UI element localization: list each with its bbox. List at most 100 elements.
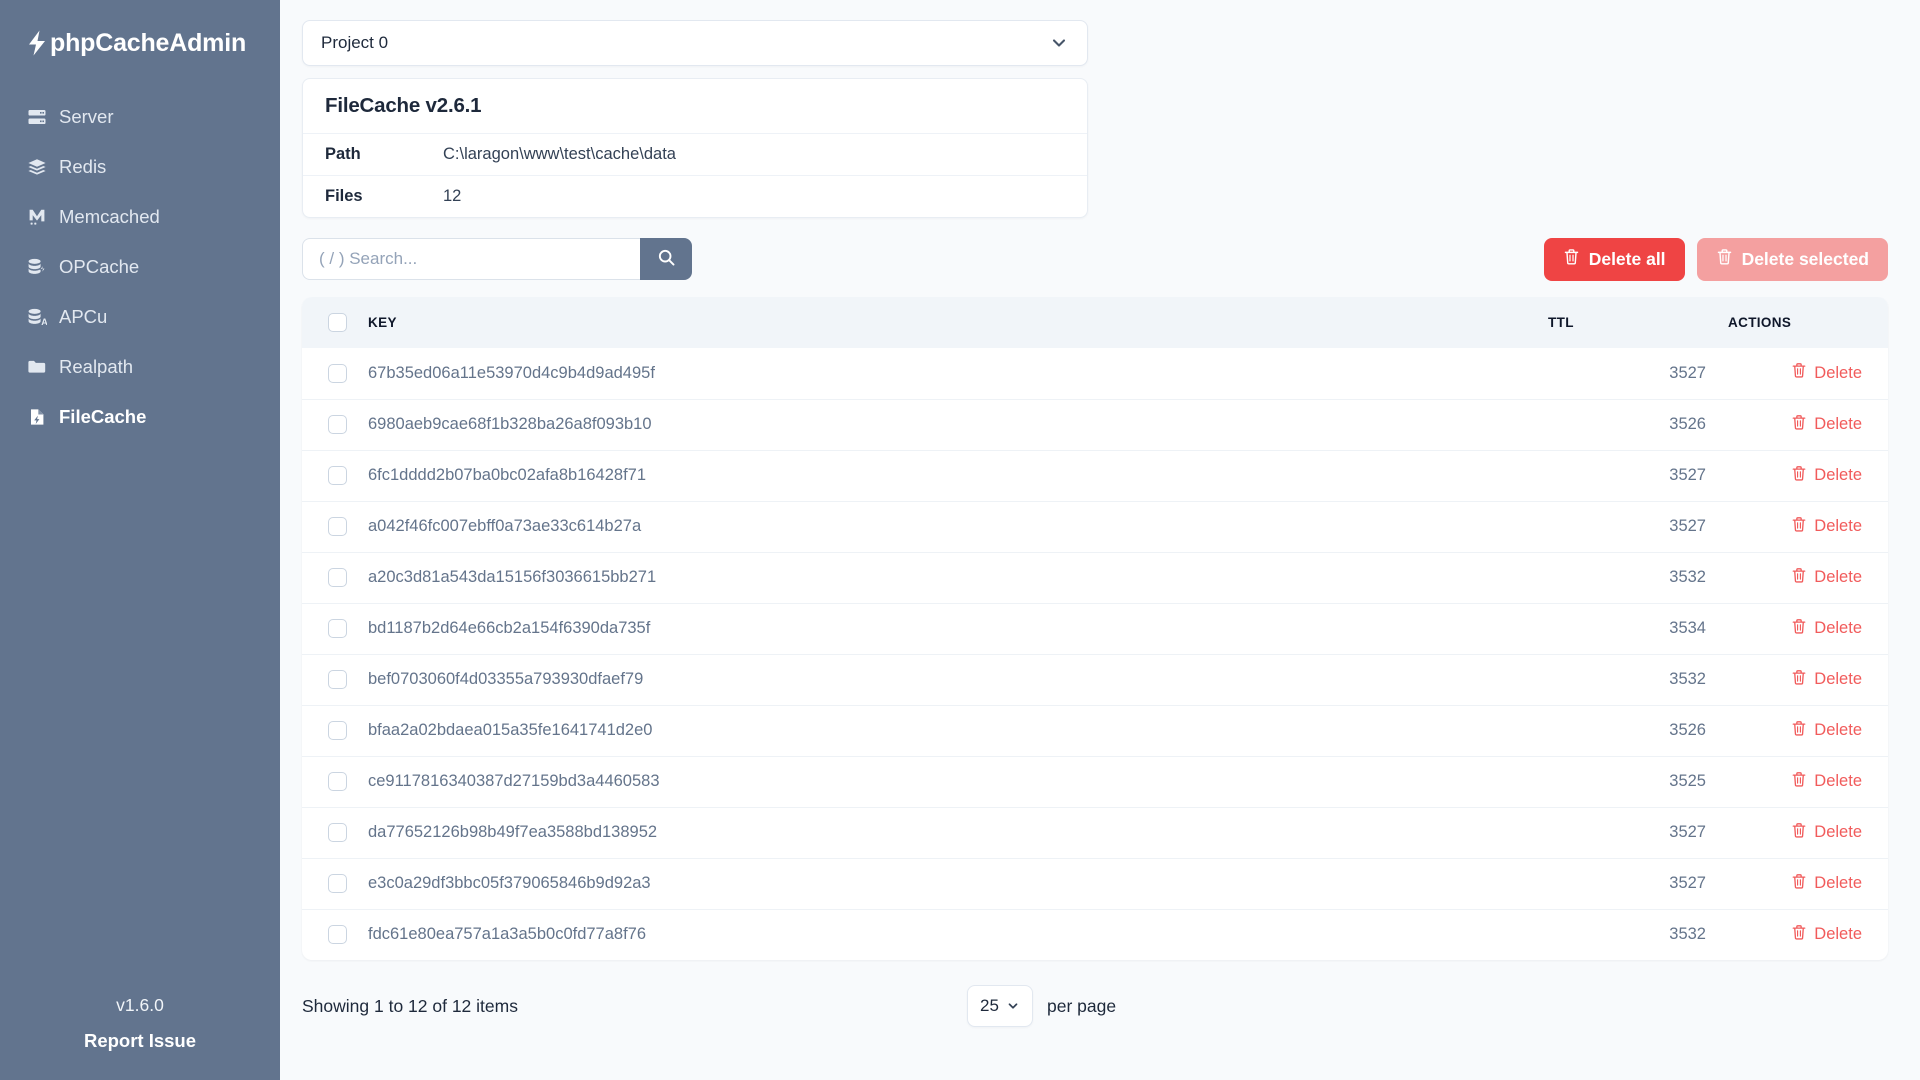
- row-key-cell: bd1187b2d64e66cb2a154f6390da735f: [368, 602, 1548, 654]
- row-delete-button[interactable]: Delete: [1791, 771, 1862, 793]
- row-delete-label: Delete: [1814, 670, 1862, 688]
- row-delete-label: Delete: [1814, 772, 1862, 790]
- row-checkbox[interactable]: [328, 721, 347, 741]
- row-checkbox[interactable]: [328, 823, 347, 843]
- layers-icon: [26, 156, 48, 178]
- trash-icon: [1791, 362, 1807, 384]
- row-delete-label: Delete: [1814, 415, 1862, 433]
- row-key-cell: fdc61e80ea757a1a3a5b0c0fd77a8f76: [368, 908, 1548, 960]
- trash-icon: [1791, 669, 1807, 691]
- sidebar-item-filecache[interactable]: FileCache: [0, 392, 280, 442]
- delete-selected-button[interactable]: Delete selected: [1696, 238, 1888, 281]
- top-panels: Project 0 FileCache v2.6.1 Path C:\larag…: [302, 20, 1088, 218]
- filecache-info-card: FileCache v2.6.1 Path C:\laragon\www\tes…: [302, 78, 1088, 218]
- row-ttl-cell: 3532: [1548, 908, 1728, 960]
- row-delete-button[interactable]: Delete: [1791, 720, 1862, 742]
- row-delete-label: Delete: [1814, 363, 1862, 382]
- table-row: ce9117816340387d27159bd3a4460583 3525 Dele…: [302, 755, 1888, 807]
- row-delete-button[interactable]: Delete: [1791, 414, 1862, 436]
- row-delete-button[interactable]: Delete: [1791, 873, 1862, 895]
- table-row: 67b35ed06a11e53970d4c9b4d9ad495f 3527 Dele…: [302, 348, 1888, 399]
- delete-selected-label: Delete selected: [1741, 249, 1869, 269]
- info-card-title: FileCache v2.6.1: [325, 94, 482, 117]
- row-checkbox[interactable]: [328, 670, 347, 690]
- row-ttl-cell: 3532: [1548, 653, 1728, 705]
- row-checkbox[interactable]: [328, 466, 347, 486]
- table-header-select-all: [302, 297, 368, 348]
- row-select-cell: [302, 908, 368, 960]
- file-bolt-icon: [26, 406, 48, 428]
- row-ttl-cell: 3526: [1548, 398, 1728, 450]
- row-checkbox[interactable]: [328, 874, 347, 894]
- select-all-checkbox[interactable]: [328, 313, 347, 332]
- table-header-ttl: TTL: [1548, 297, 1728, 348]
- row-checkbox[interactable]: [328, 568, 347, 588]
- sidebar-item-server[interactable]: Server: [0, 92, 280, 142]
- brand[interactable]: phpCacheAdmin: [0, 22, 280, 64]
- row-key-cell: 6fc1dddd2b07ba0bc02afa8b16428f71: [368, 449, 1548, 501]
- row-ttl-cell: 3534: [1548, 602, 1728, 654]
- row-checkbox[interactable]: [328, 772, 347, 792]
- chevron-down-icon: [1006, 999, 1020, 1013]
- sidebar-item-opcache[interactable]: OPCache: [0, 242, 280, 292]
- row-actions-cell: Delete: [1728, 449, 1888, 501]
- trash-icon: [1791, 822, 1807, 844]
- row-actions-cell: Delete: [1728, 908, 1888, 960]
- table-head: KEY TTL ACTIONS: [302, 297, 1888, 348]
- row-select-cell: [302, 500, 368, 552]
- server-icon: [26, 106, 48, 128]
- app-version: v1.6.0: [116, 995, 164, 1015]
- row-key-cell: a20c3d81a543da15156f3036615bb271: [368, 551, 1548, 603]
- info-row-files: Files 12: [303, 175, 1087, 217]
- folder-icon: [26, 356, 48, 378]
- row-select-cell: [302, 602, 368, 654]
- per-page-select[interactable]: 25: [967, 985, 1033, 1027]
- search-button[interactable]: [640, 238, 692, 280]
- trash-icon: [1791, 771, 1807, 793]
- row-delete-button[interactable]: Delete: [1791, 362, 1862, 384]
- row-delete-button[interactable]: Delete: [1791, 924, 1862, 946]
- row-delete-button[interactable]: Delete: [1791, 669, 1862, 691]
- row-checkbox[interactable]: [328, 415, 347, 435]
- row-delete-button[interactable]: Delete: [1791, 822, 1862, 844]
- chevron-down-icon: [1049, 33, 1069, 53]
- row-key-cell: ce9117816340387d27159bd3a4460583: [368, 755, 1548, 807]
- row-delete-label: Delete: [1814, 466, 1862, 484]
- trash-icon: [1791, 618, 1807, 640]
- table-row: 6fc1dddd2b07ba0bc02afa8b16428f71 3527 Dele…: [302, 449, 1888, 501]
- per-page-control: 25 per page: [967, 985, 1116, 1027]
- row-key-cell: 67b35ed06a11e53970d4c9b4d9ad495f: [368, 363, 655, 382]
- row-delete-button[interactable]: Delete: [1791, 516, 1862, 538]
- table-row: bd1187b2d64e66cb2a154f6390da735f 3534 Dele…: [302, 602, 1888, 654]
- row-select-cell: [302, 755, 368, 807]
- project-select[interactable]: Project 0: [302, 20, 1088, 66]
- row-delete-label: Delete: [1814, 619, 1862, 637]
- row-delete-button[interactable]: Delete: [1791, 618, 1862, 640]
- row-ttl-cell: 3527: [1669, 363, 1706, 382]
- trash-icon: [1791, 720, 1807, 742]
- sidebar-item-apcu[interactable]: A APCu: [0, 292, 280, 342]
- search-input[interactable]: [302, 238, 640, 280]
- row-delete-button[interactable]: Delete: [1791, 567, 1862, 589]
- bolt-icon: [26, 30, 48, 56]
- row-checkbox[interactable]: [328, 363, 347, 383]
- row-ttl-cell: 3527: [1548, 857, 1728, 909]
- per-page-label: per page: [1047, 995, 1117, 1016]
- report-issue-link[interactable]: Report Issue: [84, 1030, 196, 1051]
- row-checkbox[interactable]: [328, 517, 347, 537]
- row-checkbox[interactable]: [328, 925, 347, 945]
- trash-icon: [1563, 248, 1580, 271]
- table-row: 6980aeb9cae68f1b328ba26a8f093b10 3526 Dele…: [302, 398, 1888, 450]
- delete-all-button[interactable]: Delete all: [1543, 238, 1685, 281]
- row-delete-button[interactable]: Delete: [1791, 465, 1862, 487]
- table-header-key: KEY: [368, 297, 1548, 348]
- sidebar-item-realpath[interactable]: Realpath: [0, 342, 280, 392]
- sidebar-item-redis[interactable]: Redis: [0, 142, 280, 192]
- info-row-value: C:\laragon\www\test\cache\data: [443, 145, 676, 163]
- row-actions-cell: Delete: [1728, 704, 1888, 756]
- row-delete-label: Delete: [1814, 874, 1862, 892]
- sidebar-item-memcached[interactable]: Memcached: [0, 192, 280, 242]
- trash-icon: [1791, 924, 1807, 946]
- row-checkbox[interactable]: [328, 619, 347, 639]
- trash-icon: [1791, 873, 1807, 895]
